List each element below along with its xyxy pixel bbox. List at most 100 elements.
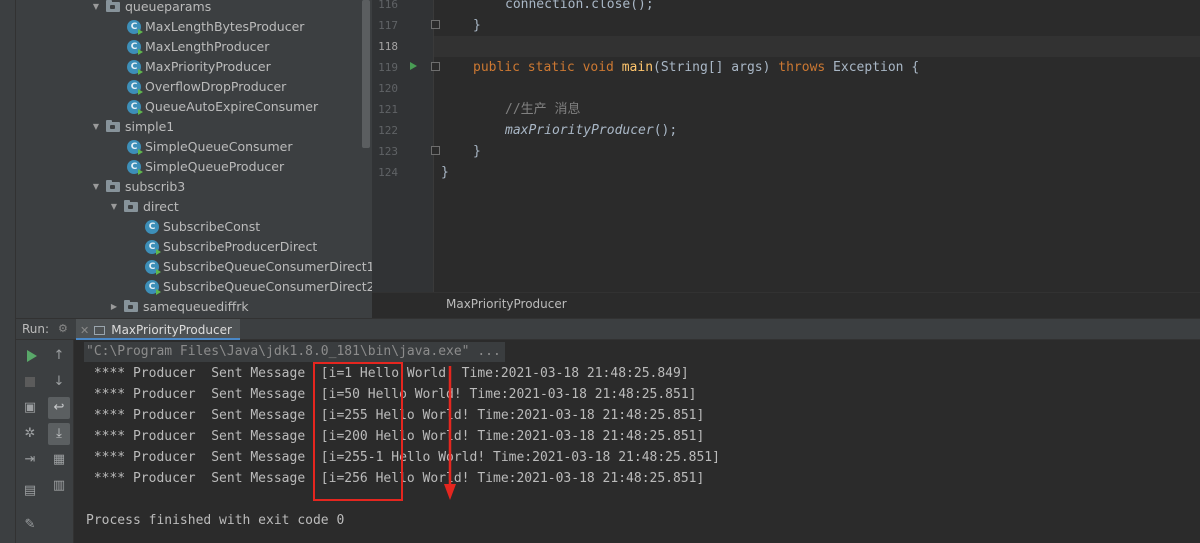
tree-folder-samequeuediffrk[interactable]: ▶ samequeuediffrk [16,297,362,317]
tree-class-subscribequeueconsumerdirect2[interactable]: C SubscribeQueueConsumerDirect2 [16,277,372,297]
debug-icon[interactable]: ✲ [19,423,41,445]
tree-class-overflowdropproducer[interactable]: C OverflowDropProducer [16,77,362,97]
line-number: 123 [378,145,398,158]
code-line-124: } [441,165,449,180]
console-output-line: **** Producer Sent Message [i=1 Hello Wo… [86,366,689,381]
chevron-down-icon[interactable]: ▼ [91,117,101,137]
code-editor[interactable]: 116 117 118 119 120 121 122 123 124 conn… [372,0,1200,318]
code-line-117: } [473,18,481,33]
stop-icon[interactable] [19,371,41,393]
tree-item-label: SubscribeConst [163,219,261,234]
line-number: 121 [378,103,398,116]
console-output-line: **** Producer Sent Message [i=255-1 Hell… [86,450,720,465]
play-triangle [27,350,37,362]
java-class-icon: C [145,240,161,255]
chevron-down-icon[interactable]: ▼ [91,177,101,197]
tree-class-maxpriorityproducer[interactable]: C MaxPriorityProducer [16,57,362,77]
fold-marker-icon[interactable] [431,62,440,71]
tree-folder-simple1[interactable]: ▼ simple1 [16,117,362,137]
tab-label: MaxPriorityProducer [111,323,232,337]
pin-icon[interactable]: ✎ [19,514,41,536]
tree-item-label: queueparams [125,0,212,14]
tree-class-maxlengthbytesproducer[interactable]: C MaxLengthBytesProducer [16,17,362,37]
runnable-badge-icon [156,269,161,275]
java-class-icon: C [127,100,143,115]
chevron-right-icon[interactable]: ▶ [109,297,119,317]
structure-tab[interactable]: ructure [0,493,16,543]
layout-icon[interactable]: ▤ [19,480,41,502]
tree-item-label: SimpleQueueProducer [145,159,285,174]
code-call-parens: (); [653,123,678,138]
package-folder-icon [106,0,120,12]
line-number: 118 [378,40,398,53]
line-number: 120 [378,82,398,95]
gear-icon[interactable]: ⚙ [58,322,68,335]
trash-icon[interactable]: ▥ [48,475,70,497]
code-line-116: connection.close(); [505,0,654,12]
tree-class-queueautoexpireconsumer[interactable]: C QueueAutoExpireConsumer [16,97,362,117]
run-main-gutter-icon[interactable] [410,62,417,70]
java-class-icon: C [127,160,143,175]
runnable-badge-icon [138,49,143,55]
up-arrow-icon[interactable]: ↑ [48,345,70,367]
package-folder-icon [106,180,120,192]
chevron-down-icon[interactable]: ▼ [91,0,101,17]
tab-maxpriorityproducer[interactable]: ✕ MaxPriorityProducer [76,319,240,340]
tree-class-simplequeueconsumer[interactable]: C SimpleQueueConsumer [16,137,362,157]
project-tree-scrollbar[interactable] [362,0,370,148]
runnable-badge-icon [138,149,143,155]
print-icon[interactable]: ▦ [48,449,70,471]
tree-class-subscribeproducerdirect[interactable]: C SubscribeProducerDirect [16,237,362,257]
down-arrow-icon[interactable]: ↓ [48,371,70,393]
tree-class-simplequeueproducer[interactable]: C SimpleQueueProducer [16,157,362,177]
package-folder-icon [124,300,138,312]
fold-marker-icon[interactable] [431,20,440,29]
code-comment: //生产 消息 [505,102,581,117]
tree-folder-subscrib3[interactable]: ▼ subscrib3 [16,177,362,197]
java-class-icon: C [145,220,159,234]
stop-square [25,377,35,387]
console-output-line: **** Producer Sent Message [i=255 Hello … [86,408,705,423]
runnable-badge-icon [156,249,161,255]
tree-folder-queueparams[interactable]: ▼ queueparams [16,0,362,17]
tree-item-label: SubscribeQueueConsumerDirect2 [163,279,372,294]
run-console[interactable]: "C:\Program Files\Java\jdk1.8.0_181\bin\… [74,340,1200,543]
java-class-icon: C [127,60,143,75]
tree-class-subscribequeueconsumerdirect1[interactable]: C SubscribeQueueConsumerDirect1 [16,257,372,277]
runnable-badge-icon [138,89,143,95]
breadcrumb[interactable]: MaxPriorityProducer [446,297,567,311]
code-args: (String[] args) [653,60,779,75]
code-exception: Exception { [825,60,920,75]
tree-item-label: SubscribeProducerDirect [163,239,318,254]
tree-folder-direct[interactable]: ▼ direct [16,197,362,217]
code-line-119: public static void main(String[] args) t… [473,57,919,78]
fold-marker-icon[interactable] [431,146,440,155]
console-command-line: "C:\Program Files\Java\jdk1.8.0_181\bin\… [84,342,505,362]
project-tree-panel: ▼ queueparams C MaxLengthBytesProducer C MaxL… [16,0,372,318]
tree-item-label: SubscribeQueueConsumerDirect1 [163,259,372,274]
tree-class-maxlengthproducer[interactable]: C MaxLengthProducer [16,37,362,57]
line-number: 124 [378,166,398,179]
tree-item-label: SimpleQueueConsumer [145,139,293,154]
runnable-badge-icon [138,109,143,115]
tree-item-label: MaxPriorityProducer [145,59,271,74]
soft-wrap-icon[interactable]: ↩ [48,397,70,419]
rerun-icon[interactable] [19,345,41,367]
editor-breadcrumb-bar: MaxPriorityProducer [372,292,1200,318]
scroll-to-end-icon[interactable]: ⤓ [48,423,70,445]
chevron-down-icon[interactable]: ▼ [109,197,119,217]
tree-item-label: simple1 [125,119,175,134]
login-icon[interactable]: ⇥ [19,449,41,471]
java-class-icon: C [127,40,143,55]
console-output-line: **** Producer Sent Message [i=256 Hello … [86,471,705,486]
close-icon[interactable]: ✕ [80,321,89,341]
console-output-line: **** Producer Sent Message [i=200 Hello … [86,429,705,444]
run-panel-label: Run: [22,322,50,336]
tree-item-label: QueueAutoExpireConsumer [145,99,319,114]
line-number: 116 [378,0,398,11]
run-panel-header: Run: ⚙ ✕ MaxPriorityProducer [16,318,1200,340]
camera-icon[interactable]: ▣ [19,397,41,419]
left-tool-strip: ructure [0,0,16,543]
tree-class-subscribeconst[interactable]: C SubscribeConst [16,217,362,237]
console-exit-line: Process finished with exit code 0 [86,513,345,528]
